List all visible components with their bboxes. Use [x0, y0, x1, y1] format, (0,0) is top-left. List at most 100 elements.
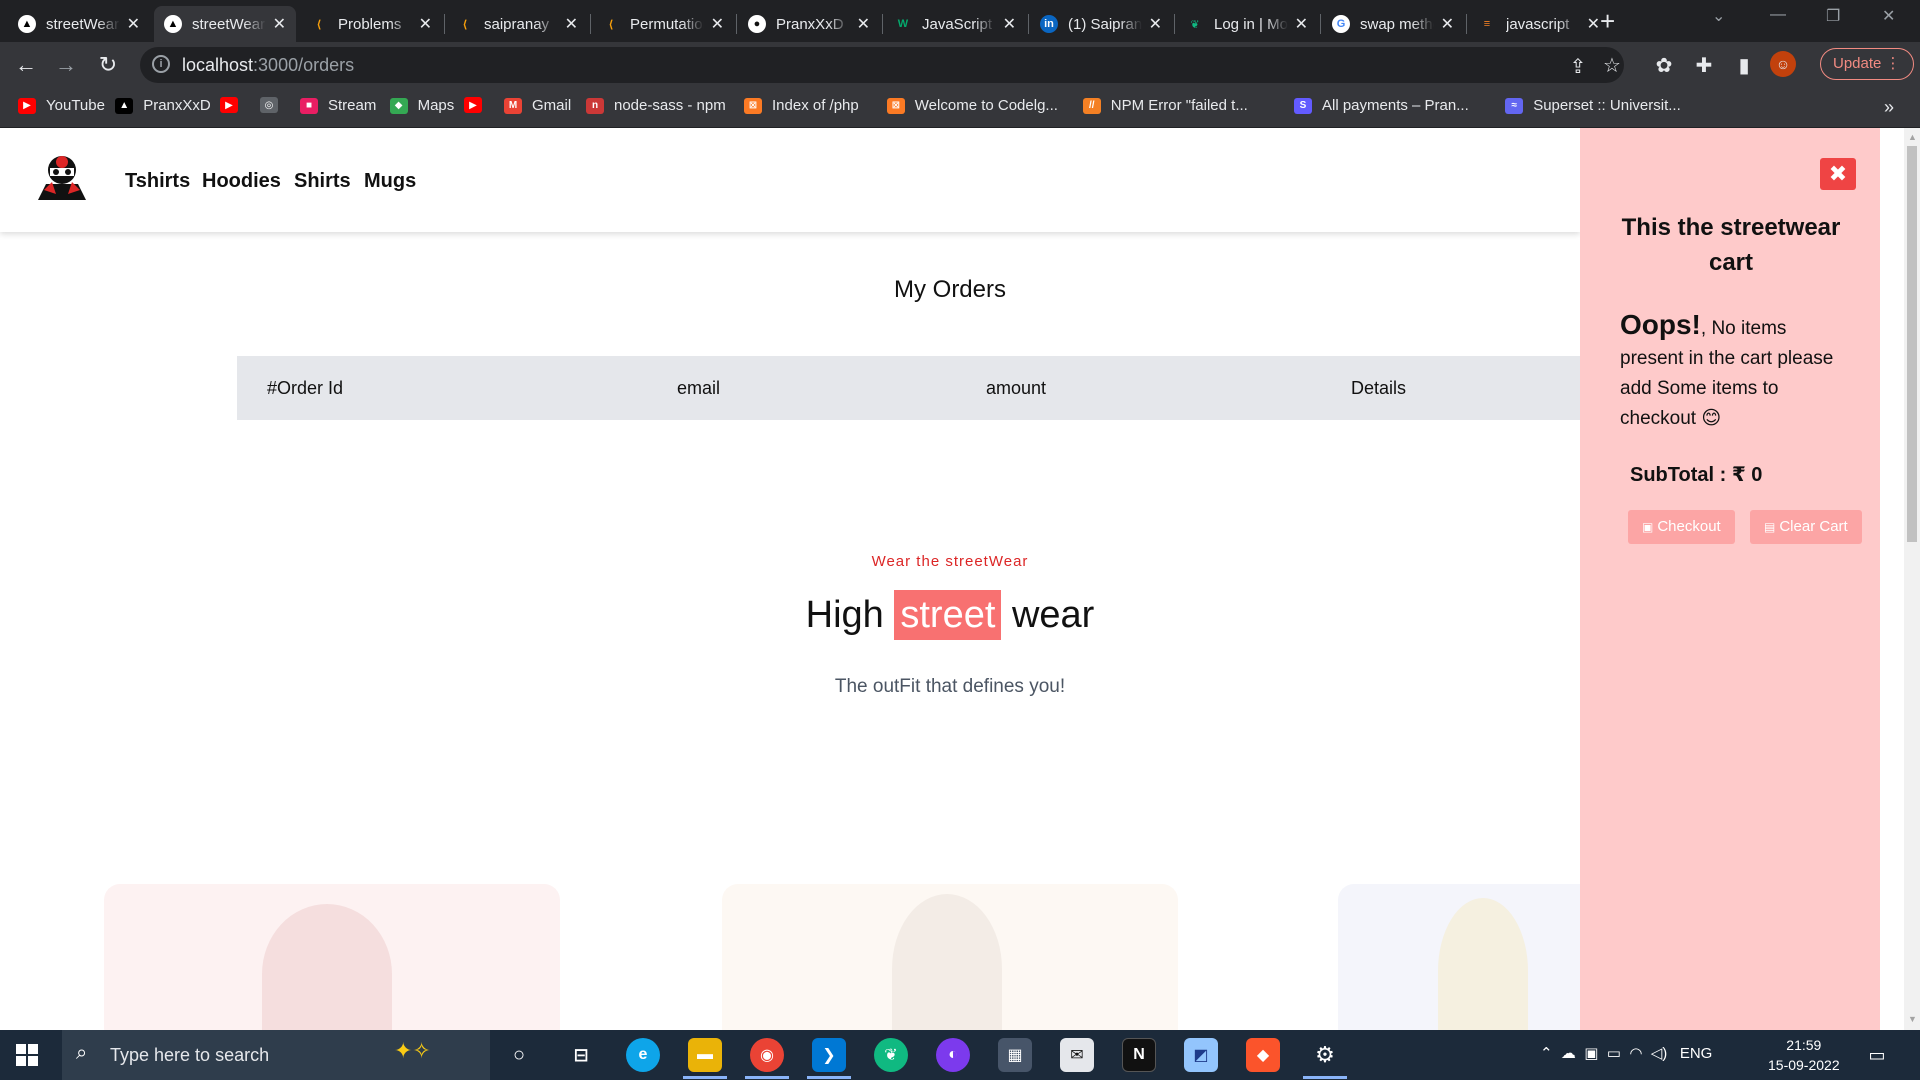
brave-icon[interactable]: ◆	[1246, 1038, 1280, 1072]
browser-tab[interactable]: ● PranxXxD ✕	[738, 6, 880, 42]
browser-tab[interactable]: in (1) Saipranay ✕	[1030, 6, 1172, 42]
minimize-icon[interactable]: —	[1770, 6, 1786, 24]
profile-avatar[interactable]: ☺	[1770, 51, 1796, 77]
restore-icon[interactable]: ❐	[1826, 6, 1840, 26]
bookmark-item[interactable]: M Gmail	[504, 97, 571, 114]
notion-icon[interactable]: N	[1122, 1038, 1156, 1072]
bookmark-item[interactable]: ≈ Superset :: Universit...	[1505, 97, 1681, 114]
cortana-icon[interactable]: ○	[502, 1038, 536, 1072]
bookmark-item[interactable]: ◆ Maps	[389, 97, 454, 114]
site-info-icon[interactable]: i	[152, 55, 170, 73]
file-explorer-icon[interactable]: ▬	[688, 1038, 722, 1072]
scroll-down-icon[interactable]: ▼	[1908, 1014, 1917, 1024]
share-icon[interactable]: ⇪	[1566, 54, 1590, 79]
bookmark-item[interactable]: ▶	[220, 97, 248, 113]
product-card[interactable]	[722, 884, 1178, 1030]
mail-icon[interactable]: ✉	[1060, 1038, 1094, 1072]
tab-close-icon[interactable]: ✕	[1003, 14, 1016, 34]
bookmark-item[interactable]: ⊠ Index of /php	[744, 97, 859, 114]
tab-close-icon[interactable]: ✕	[857, 14, 870, 34]
tab-close-icon[interactable]: ✕	[273, 14, 286, 34]
tab-close-icon[interactable]: ✕	[419, 14, 432, 34]
bookmark-label: NPM Error "failed t...	[1110, 97, 1248, 114]
more-bookmarks-icon[interactable]: »	[1884, 97, 1894, 118]
extensions-puzzle-icon[interactable]: ✚	[1692, 53, 1716, 78]
tab-close-icon[interactable]: ✕	[565, 14, 578, 34]
browser-tab[interactable]: ▲ streetWear ✕	[8, 6, 150, 42]
bookmark-item[interactable]: ▶ YouTube	[18, 97, 105, 114]
vscode-icon[interactable]: ❯	[812, 1038, 846, 1072]
store-icon[interactable]: ▦	[998, 1038, 1032, 1072]
system-clock[interactable]: 21:59 15-09-2022	[1768, 1035, 1840, 1075]
cart-subtotal: SubTotal : ₹ 0	[1630, 464, 1763, 486]
cookie-extension-icon[interactable]: ✿	[1652, 53, 1676, 78]
reload-icon[interactable]: ↻	[94, 51, 122, 79]
edge-icon[interactable]: e	[626, 1038, 660, 1072]
nav-shirts-link[interactable]: Shirts	[294, 170, 351, 193]
nav-hoodies-link[interactable]: Hoodies	[202, 170, 281, 193]
chrome-icon[interactable]: ◉	[750, 1038, 784, 1072]
scroll-up-icon[interactable]: ▲	[1908, 132, 1917, 142]
browser-tab[interactable]: ⟨ Problems ✕	[300, 6, 442, 42]
back-icon[interactable]: ←	[12, 51, 40, 79]
streetwear-logo[interactable]	[32, 150, 92, 206]
browser-tab[interactable]: W JavaScript ✕	[884, 6, 1026, 42]
tab-close-icon[interactable]: ✕	[711, 14, 724, 34]
bookmark-star-icon[interactable]: ☆	[1600, 53, 1624, 78]
settings-gear-icon[interactable]: ⚙	[1308, 1038, 1342, 1072]
bookmark-item[interactable]: // NPM Error "failed t...	[1082, 97, 1248, 114]
windows-start-icon[interactable]	[16, 1044, 38, 1066]
close-window-icon[interactable]: ✕	[1882, 6, 1895, 26]
tab-search-icon[interactable]: ⌄	[1712, 6, 1725, 26]
bookmark-item[interactable]: ▲ PranxXxD	[115, 97, 211, 114]
close-cart-button[interactable]: ✖	[1820, 158, 1856, 190]
browser-tab[interactable]: Gswap methods ✕	[1322, 6, 1464, 42]
update-button[interactable]: Update ⋮	[1820, 48, 1914, 80]
battery-icon[interactable]: ▭	[1607, 1045, 1621, 1062]
browser-tab[interactable]: ⟨ Permutations ✕	[592, 6, 734, 42]
tab-close-icon[interactable]: ✕	[1441, 14, 1454, 34]
product-card[interactable]	[1338, 884, 1598, 1030]
github-icon: ●	[748, 15, 766, 33]
tray-chevron-icon[interactable]: ⌃	[1540, 1045, 1553, 1062]
nav-mugs-link[interactable]: Mugs	[364, 170, 416, 193]
tab-close-icon[interactable]: ✕	[127, 14, 140, 34]
github-desktop-icon[interactable]: ◐	[936, 1038, 970, 1072]
windows-taskbar: ⌕ Type here to search ✦✧ ○ ⊟ e ▬ ◉ ❯ ❦ ◐…	[0, 1030, 1920, 1080]
bookmark-item[interactable]: ■ Stream	[300, 97, 376, 114]
tab-close-icon[interactable]: ✕	[1295, 14, 1308, 34]
nav-tshirts-link[interactable]: Tshirts	[125, 170, 190, 193]
bookmark-item[interactable]: ◎	[260, 97, 288, 113]
browser-tab[interactable]: ≡ javascript ✕	[1468, 6, 1610, 42]
bookmark-item[interactable]: ⊠ Welcome to Codelg...	[886, 97, 1058, 114]
wifi-icon[interactable]: ◠	[1629, 1045, 1642, 1062]
language-indicator[interactable]: ENG	[1680, 1045, 1713, 1062]
browser-tab[interactable]: ⟨ saipranay ✕	[446, 6, 588, 42]
scroll-thumb[interactable]	[1907, 146, 1917, 542]
mongodb-compass-icon[interactable]: ❦	[874, 1038, 908, 1072]
volume-icon[interactable]: ◁)	[1651, 1045, 1668, 1062]
taskbar-search-input[interactable]: ⌕ Type here to search ✦✧	[62, 1030, 490, 1080]
bookmark-item[interactable]: ▶	[464, 97, 492, 113]
page-scrollbar[interactable]: ▲ ▼	[1904, 128, 1920, 1030]
new-tab-button[interactable]: +	[1600, 8, 1615, 34]
tab-close-icon[interactable]: ✕	[1587, 14, 1600, 34]
triangle-icon: ▲	[164, 15, 182, 33]
browser-tab[interactable]: ❦ Log in | MongoDB ✕	[1176, 6, 1318, 42]
clear-cart-button[interactable]: ▤ Clear Cart	[1750, 510, 1862, 544]
browser-tab[interactable]: ▲ streetWear ✕	[154, 6, 296, 42]
product-card[interactable]	[104, 884, 560, 1030]
side-panel-icon[interactable]: ▮	[1732, 53, 1756, 78]
notifications-icon[interactable]: ▭	[1860, 1038, 1894, 1072]
sticky-app-icon[interactable]: ◩	[1184, 1038, 1218, 1072]
checkout-button[interactable]: ▣ Checkout	[1628, 510, 1735, 544]
address-bar[interactable]: i localhost:3000/orders ⇪ ☆	[140, 47, 1624, 83]
meet-now-icon[interactable]: ▣	[1584, 1045, 1598, 1062]
bookmark-item[interactable]: n node-sass - npm	[586, 97, 726, 114]
bookmark-item[interactable]: S All payments – Pran...	[1294, 97, 1469, 114]
forward-icon[interactable]: →	[52, 51, 80, 79]
model-image	[1438, 898, 1528, 1030]
task-view-icon[interactable]: ⊟	[564, 1038, 598, 1072]
tab-close-icon[interactable]: ✕	[1149, 14, 1162, 34]
onedrive-icon[interactable]: ☁	[1561, 1045, 1576, 1062]
